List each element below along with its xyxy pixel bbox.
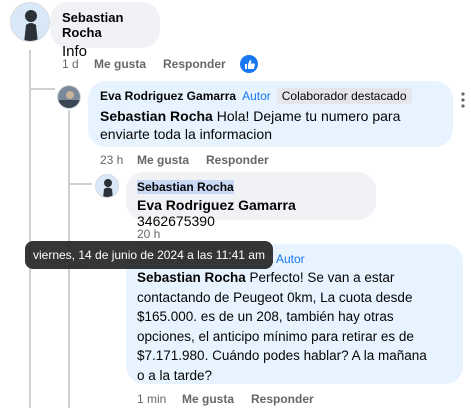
comment-bubble: Sebastian Rocha Eva Rodriguez Gamarra 34… <box>126 172 376 229</box>
status-badge[interactable]: Colaborador destacado <box>276 88 412 104</box>
comment-author[interactable]: Sebastian Rocha <box>62 10 148 40</box>
like-button[interactable]: Me gusta <box>137 153 189 167</box>
like-button[interactable]: Me gusta <box>182 392 234 406</box>
avatar[interactable] <box>95 174 119 198</box>
like-button[interactable]: Me gusta <box>94 57 146 71</box>
comment-author[interactable]: Sebastian Rocha <box>137 180 234 194</box>
comment-time[interactable]: 1 d <box>62 57 79 71</box>
more-options-icon[interactable] <box>461 92 465 112</box>
mention-link[interactable]: Eva Rodriguez Gamarra <box>137 197 296 213</box>
reply-button[interactable]: Responder <box>251 392 314 406</box>
comment-text: o a la tarde? <box>137 367 213 383</box>
comment-text: contactando de Peugeot 0km, La cuota des… <box>137 289 413 305</box>
avatar[interactable] <box>57 85 81 109</box>
comment-text: opciones, el anticipo mínimo para retira… <box>137 328 414 344</box>
author-label: Autor <box>242 89 271 103</box>
comment-text: Perfecto! Se van a estar <box>245 270 395 285</box>
mention-link[interactable]: Sebastian Rocha <box>100 108 213 124</box>
reply-button[interactable]: Responder <box>163 57 226 71</box>
comment-time[interactable]: 20 h <box>137 227 160 241</box>
comment-text: Hola! Dejame tu numero para <box>212 108 401 124</box>
comment-text: $165.000. es de un 208, también hay otra… <box>137 309 394 324</box>
timestamp-tooltip: viernes, 14 de junio de 2024 a las 11:41… <box>25 241 273 269</box>
comment-text: $7.171.980. Cuándo podes hablar? A la ma… <box>137 348 427 363</box>
avatar[interactable] <box>10 2 50 42</box>
comment-author[interactable]: Eva Rodriguez Gamarra <box>100 89 236 103</box>
author-label: Autor <box>276 252 305 266</box>
reply-button[interactable]: Responder <box>206 153 269 167</box>
comment-bubble: Eva Rodriguez Gamarra Autor Colaborador … <box>88 81 453 147</box>
comment-time[interactable]: 23 h <box>100 153 123 167</box>
thread-line <box>29 50 31 408</box>
comment-bubble: Sebastian Rocha Info <box>50 2 160 60</box>
mention-link[interactable]: Sebastian Rocha <box>137 270 246 285</box>
comment-text: enviarte toda la informacion <box>100 126 272 142</box>
thread-line <box>68 183 92 185</box>
like-icon <box>240 55 258 73</box>
comment-time[interactable]: 1 min <box>137 392 166 406</box>
thread-line <box>29 88 55 90</box>
